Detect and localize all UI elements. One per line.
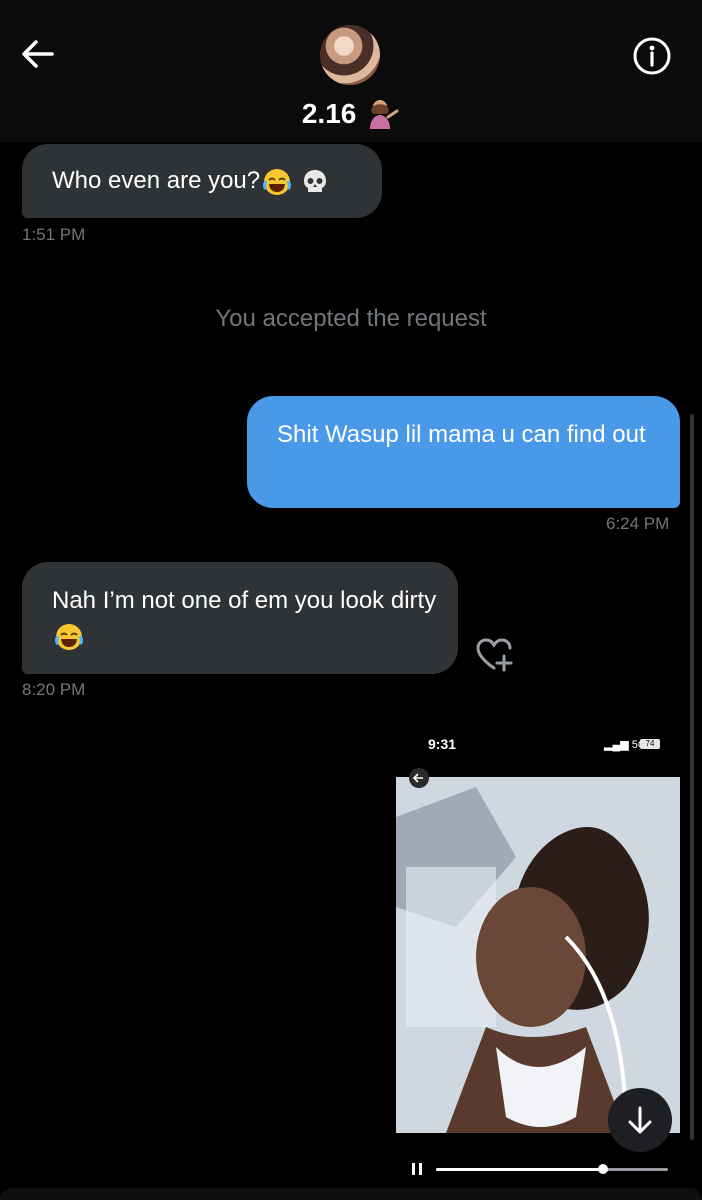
face-with-tears-of-joy-emoji (263, 168, 292, 195)
video-progress-knob[interactable] (598, 1164, 609, 1174)
composer-edge (0, 1188, 702, 1200)
incoming-message-bubble[interactable]: Nah I’m not one of em you look dirty (22, 562, 458, 674)
video-attachment[interactable] (396, 777, 680, 1133)
video-frame (396, 777, 680, 1133)
skull-emoji (304, 169, 327, 192)
download-button[interactable] (608, 1088, 672, 1152)
message-timestamp: 1:51 PM (22, 225, 86, 244)
media-back-arrow-icon (409, 768, 429, 788)
incoming-message-bubble[interactable]: Who even are you? (22, 144, 382, 218)
message-text: Nah I’m not one of em you look dirty (52, 587, 437, 614)
media-status-time: 9:31 (428, 736, 457, 752)
message-text: Shit Wasup lil mama u can find out (277, 421, 646, 448)
heart-plus-icon[interactable] (474, 636, 514, 672)
message-timestamp: 6:24 PM (606, 514, 670, 533)
conversation-title[interactable]: 2.16 (0, 96, 702, 131)
media-status-bar: 9:31 ▂▄▆ 5G 74 (396, 730, 680, 760)
scrollbar[interactable] (690, 414, 694, 1140)
video-player-controls (396, 1158, 680, 1182)
message-text: Who even are you? (52, 167, 261, 194)
face-with-tears-of-joy-emoji (55, 623, 83, 650)
battery-icon: 74 (640, 739, 660, 749)
outgoing-message-bubble[interactable]: Shit Wasup lil mama u can find out (247, 396, 680, 508)
arrow-down-icon (628, 1106, 652, 1134)
message-timestamp: 8:20 PM (22, 680, 86, 699)
battery-level: 74 (645, 739, 655, 748)
info-icon[interactable] (632, 36, 672, 76)
back-arrow-icon[interactable] (18, 36, 58, 72)
video-progress-fill (436, 1168, 604, 1171)
request-accepted-notice: You accepted the request (215, 305, 487, 332)
avatar[interactable] (320, 25, 380, 85)
title-text: 2.16 (301, 97, 357, 129)
pause-icon[interactable] (410, 1162, 424, 1176)
person-tipping-hand-emoji (370, 99, 399, 129)
conversation-header: 2.16 (0, 0, 702, 142)
